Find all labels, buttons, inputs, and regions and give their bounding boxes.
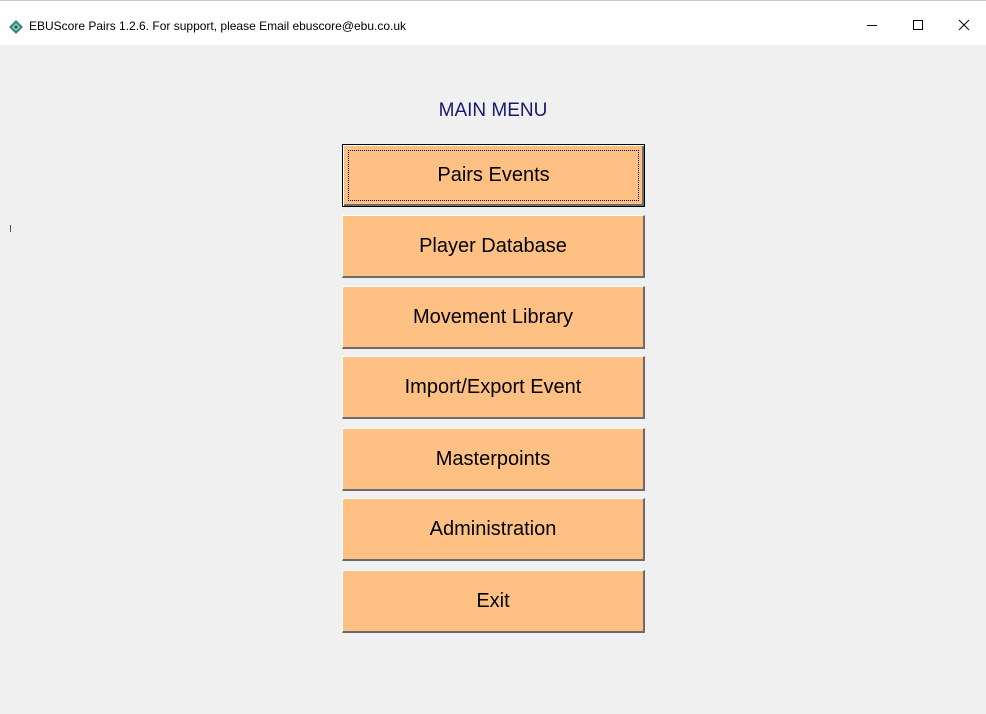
masterpoints-button[interactable]: Masterpoints xyxy=(342,428,645,491)
player-database-button[interactable]: Player Database xyxy=(342,215,645,278)
player-database-label: Player Database xyxy=(419,234,567,257)
pairs-events-label: Pairs Events xyxy=(437,164,550,186)
window-edge-mark xyxy=(10,225,11,232)
masterpoints-label: Masterpoints xyxy=(435,447,551,470)
app-window: EBUScore Pairs 1.2.6. For support, pleas… xyxy=(0,0,986,714)
pairs-events-button[interactable]: Pairs Events xyxy=(342,144,645,207)
main-menu-title: MAIN MENU xyxy=(438,100,548,121)
close-button[interactable] xyxy=(941,11,986,43)
window-title: EBUScore Pairs 1.2.6. For support, pleas… xyxy=(29,19,407,33)
movement-library-button[interactable]: Movement Library xyxy=(342,286,645,349)
import-export-event-button[interactable]: Import/Export Event xyxy=(342,356,645,419)
minimize-button[interactable] xyxy=(849,11,895,43)
administration-button[interactable]: Administration xyxy=(342,498,645,561)
exit-button[interactable]: Exit xyxy=(342,570,645,633)
movement-library-label: Movement Library xyxy=(412,305,574,328)
maximize-icon xyxy=(912,18,924,36)
maximize-button[interactable] xyxy=(895,11,941,43)
administration-label: Administration xyxy=(429,517,557,540)
diamond-app-icon xyxy=(9,20,23,34)
import-export-event-label: Import/Export Event xyxy=(404,375,582,398)
title-bar[interactable]: EBUScore Pairs 1.2.6. For support, pleas… xyxy=(0,1,986,45)
close-icon xyxy=(958,18,970,36)
minimize-icon xyxy=(866,18,878,36)
exit-label: Exit xyxy=(476,589,510,612)
